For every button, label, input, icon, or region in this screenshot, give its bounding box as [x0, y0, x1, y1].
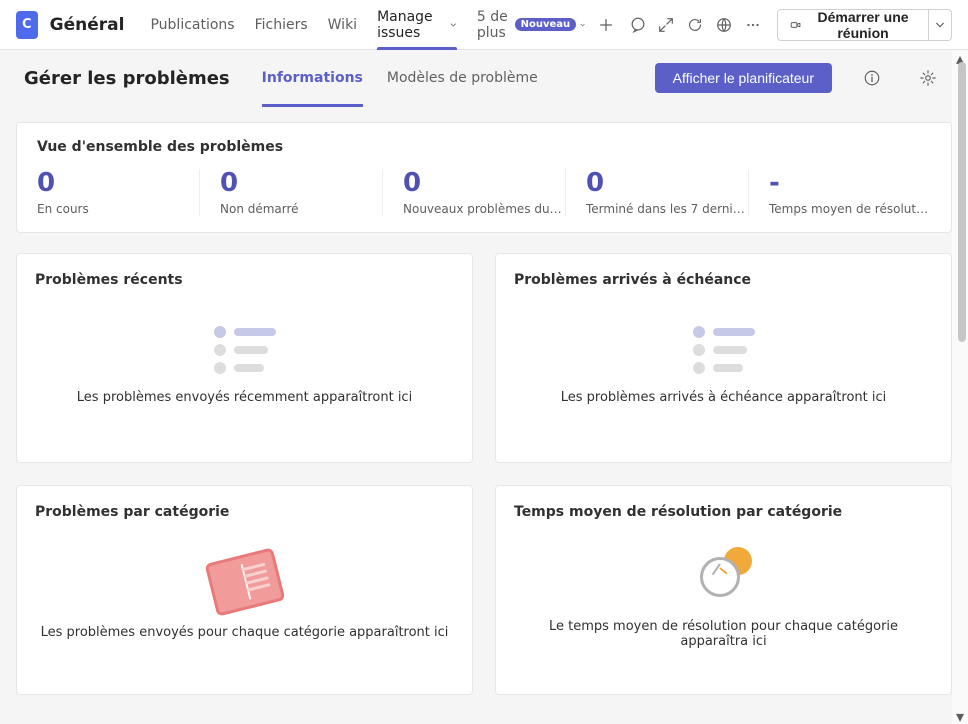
content-area: Gérer les problèmes Informations Modèles…	[0, 50, 968, 724]
tab-publications[interactable]: Publications	[140, 0, 244, 50]
stat-label: Non démarré	[220, 202, 380, 216]
tab-more-label: 5 de plus	[477, 9, 511, 41]
empty-illustration	[693, 326, 755, 374]
empty-illustration	[214, 326, 276, 374]
conversation-button[interactable]	[625, 9, 650, 41]
settings-button[interactable]	[912, 62, 944, 94]
stat-label: Terminé dans les 7 dernier…	[586, 202, 746, 216]
start-meeting-button[interactable]: Démarrer une réunion	[777, 9, 930, 41]
stat-label: En cours	[37, 202, 197, 216]
info-icon	[863, 69, 881, 87]
panel-recent-issues: Problèmes récents Les problèmes envoyés …	[16, 253, 473, 463]
expand-icon	[657, 16, 675, 34]
tab-manage-issues[interactable]: Manage issues	[367, 0, 467, 50]
panel-title: Problèmes récents	[35, 272, 454, 288]
panel-due-issues: Problèmes arrivés à échéance Les problèm…	[495, 253, 952, 463]
start-meeting-label: Démarrer une réunion	[810, 9, 917, 41]
new-badge: Nouveau	[515, 18, 577, 31]
panel-avg-resolution-by-category: Temps moyen de résolution par catégorie …	[495, 485, 952, 695]
empty-message: Les problèmes envoyés récemment apparaît…	[77, 390, 412, 405]
app-header: Gérer les problèmes Informations Modèles…	[0, 50, 968, 106]
meet-button-group: Démarrer une réunion	[777, 9, 952, 41]
add-tab-button[interactable]	[595, 9, 617, 41]
refresh-button[interactable]	[683, 9, 708, 41]
app-title: Gérer les problèmes	[24, 68, 230, 89]
panel-title: Problèmes par catégorie	[35, 504, 454, 520]
stat-new-today: 0 Nouveaux problèmes du jo…	[382, 169, 565, 216]
stat-in-progress: 0 En cours	[37, 169, 199, 216]
chat-icon	[629, 16, 647, 34]
top-bar: C Général Publications Fichiers Wiki Man…	[0, 0, 968, 50]
stat-value: 0	[220, 169, 382, 198]
clock-illustration	[696, 547, 752, 603]
stats-row: 0 En cours 0 Non démarré 0 Nouveaux prob…	[37, 169, 931, 216]
stat-label: Nouveaux problèmes du jo…	[403, 202, 563, 216]
refresh-icon	[686, 16, 704, 34]
globe-icon	[715, 16, 733, 34]
overview-card: Vue d'ensemble des problèmes 0 En cours …	[16, 122, 952, 233]
scroll-down-arrow[interactable]: ▾	[952, 708, 968, 724]
tab-manage-issues-label: Manage issues	[377, 9, 446, 41]
panels-grid: Problèmes récents Les problèmes envoyés …	[16, 253, 952, 695]
more-options-button[interactable]	[740, 9, 765, 41]
team-avatar[interactable]: C	[16, 11, 38, 39]
tab-informations[interactable]: Informations	[262, 50, 363, 106]
chevron-down-icon	[450, 20, 457, 30]
show-planner-button[interactable]: Afficher le planificateur	[655, 63, 832, 93]
stat-label: Temps moyen de résolution	[769, 202, 929, 216]
gear-icon	[919, 69, 937, 87]
empty-message: Le temps moyen de résolution pour chaque…	[514, 619, 933, 649]
channel-name: Général	[50, 15, 125, 35]
empty-message: Les problèmes envoyés pour chaque catégo…	[41, 625, 449, 640]
website-button[interactable]	[711, 9, 736, 41]
scroll-thumb[interactable]	[958, 62, 966, 342]
stat-value: -	[769, 169, 931, 198]
vertical-scrollbar[interactable]: ▴ ▾	[952, 50, 968, 724]
chevron-down-icon	[935, 20, 945, 30]
panel-title: Problèmes arrivés à échéance	[514, 272, 933, 288]
stat-value: 0	[403, 169, 565, 198]
chevron-down-icon	[580, 20, 585, 30]
plus-icon	[597, 16, 615, 34]
expand-button[interactable]	[654, 9, 679, 41]
book-illustration	[204, 547, 285, 616]
tab-wiki[interactable]: Wiki	[318, 0, 367, 50]
tab-issue-models[interactable]: Modèles de problème	[387, 50, 538, 106]
empty-message: Les problèmes arrivés à échéance apparaî…	[561, 390, 887, 405]
stat-avg-resolution: - Temps moyen de résolution	[748, 169, 931, 216]
panel-title: Temps moyen de résolution par catégorie	[514, 504, 933, 520]
stat-value: 0	[37, 169, 199, 198]
stat-not-started: 0 Non démarré	[199, 169, 382, 216]
video-icon	[790, 17, 802, 33]
more-icon	[744, 16, 762, 34]
tab-files[interactable]: Fichiers	[245, 0, 318, 50]
panel-issues-by-category: Problèmes par catégorie Les problèmes en…	[16, 485, 473, 695]
content-scroll[interactable]: Vue d'ensemble des problèmes 0 En cours …	[0, 106, 968, 724]
tab-more[interactable]: 5 de plus Nouveau	[467, 0, 595, 50]
overview-title: Vue d'ensemble des problèmes	[37, 139, 931, 155]
stat-completed-7d: 0 Terminé dans les 7 dernier…	[565, 169, 748, 216]
stat-value: 0	[586, 169, 748, 198]
meeting-dropdown-button[interactable]	[929, 9, 952, 41]
info-button[interactable]	[856, 62, 888, 94]
channel-tabs: Publications Fichiers Wiki Manage issues…	[140, 0, 617, 50]
